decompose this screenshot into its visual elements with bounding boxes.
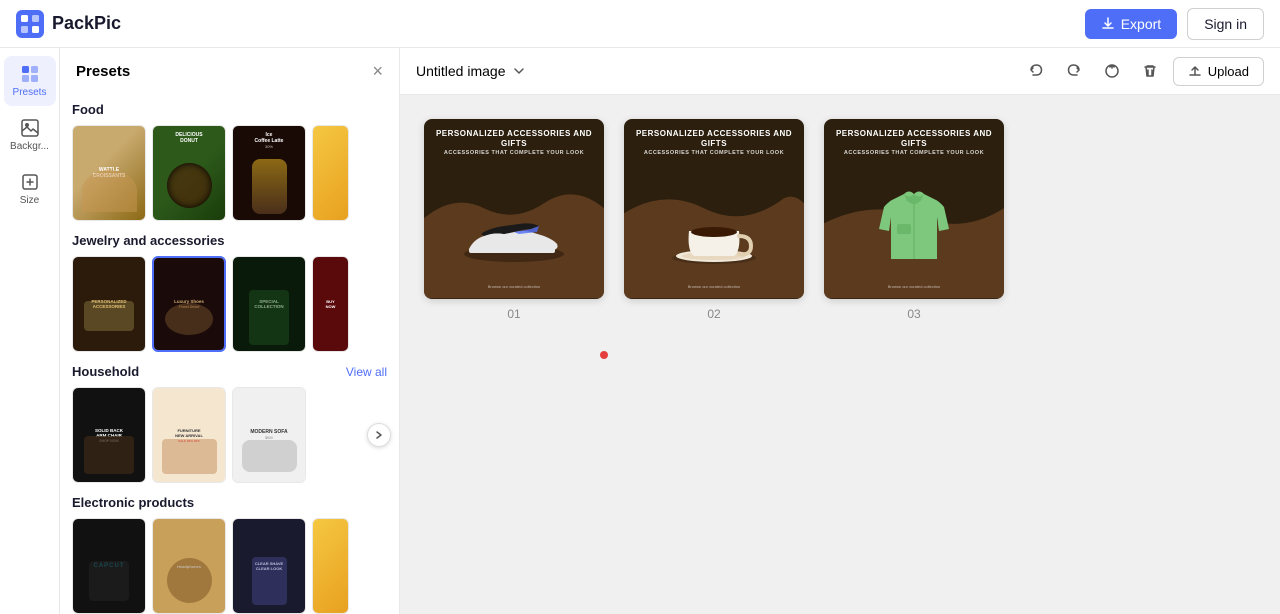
- slide-inner-03: Personalized Accessories And Gifts Acces…: [824, 119, 1004, 299]
- template-jewelry-3[interactable]: SPECIALCOLLECTION: [232, 256, 306, 352]
- background-icon: [20, 118, 40, 138]
- slide-wrapper-01: Personalized Accessories And Gifts Acces…: [424, 119, 604, 321]
- template-food-1[interactable]: WATTLECROISSANTS: [72, 125, 146, 221]
- section-title-household: Household View all: [72, 364, 387, 379]
- presets-title: Presets: [76, 63, 130, 80]
- template-jewelry-1[interactable]: Personalized Accessories: [72, 256, 146, 352]
- undo-icon: [1028, 63, 1044, 79]
- template-food-3[interactable]: IceCoffee Latte30%: [232, 125, 306, 221]
- background-label: Backgr...: [10, 141, 49, 152]
- canvas-actions: Upload: [1021, 56, 1264, 86]
- canvas-toolbar: Untitled image: [400, 48, 1280, 95]
- chevron-right-icon: [374, 430, 384, 440]
- slide-card-03[interactable]: Personalized Accessories And Gifts Acces…: [824, 119, 1004, 299]
- canvas-title[interactable]: Untitled image: [416, 63, 526, 79]
- slide-text-top-01: Personalized Accessories And Gifts Acces…: [424, 129, 604, 157]
- household-row-wrapper: Solid BackArm ChairSHOP NOW FURNITURENEW…: [72, 387, 387, 483]
- template-food-2[interactable]: DELICIOUSDONUT: [152, 125, 226, 221]
- slide-product-coffee: [669, 196, 759, 271]
- template-electronics-4[interactable]: [312, 518, 349, 614]
- size-icon: [20, 172, 40, 192]
- coffee-svg: [669, 196, 759, 266]
- slide-footer-02: Browse our curated collection: [624, 284, 804, 289]
- app-logo: PackPic: [16, 10, 121, 38]
- main-layout: Presets Backgr... Size Presets ×: [0, 48, 1280, 614]
- slide-text-top-02: Personalized Accessories And Gifts Acces…: [624, 129, 804, 157]
- slide-wrapper-02: Personalized Accessories And Gifts Acces…: [624, 119, 804, 321]
- chevron-down-icon: [512, 64, 526, 78]
- slide-card-02[interactable]: Personalized Accessories And Gifts Acces…: [624, 119, 804, 299]
- presets-content: Food WATTLECROISSANTS DELICIOUSDONUT: [60, 90, 399, 614]
- template-household-2[interactable]: FURNITURENEW ARRIVALSALE 80% OFF: [152, 387, 226, 483]
- presets-icon: [20, 64, 40, 84]
- slide-text-top-03: Personalized Accessories And Gifts Acces…: [824, 129, 1004, 157]
- presets-panel: Presets × Food WATTLECROISSANTS: [60, 48, 400, 614]
- electronics-templates-row: CAPCUT Headphones CLEAR SHAVECLEAR LOOK: [72, 518, 387, 614]
- template-household-1[interactable]: Solid BackArm ChairSHOP NOW: [72, 387, 146, 483]
- household-templates-row: Solid BackArm ChairSHOP NOW FURNITURENEW…: [72, 387, 387, 483]
- section-title-jewelry: Jewelry and accessories: [72, 233, 387, 248]
- food-templates-row: WATTLECROISSANTS DELICIOUSDONUT IceCoffe…: [72, 125, 387, 221]
- app-name: PackPic: [52, 13, 121, 34]
- slide-inner-01: Personalized Accessories And Gifts Acces…: [424, 119, 604, 299]
- template-electronics-1[interactable]: CAPCUT: [72, 518, 146, 614]
- section-title-food: Food: [72, 102, 387, 117]
- delete-button[interactable]: [1135, 56, 1165, 86]
- jewelry-templates-row: Personalized Accessories Luxury ShoesFin…: [72, 256, 387, 352]
- toolbar-item-background[interactable]: Backgr...: [4, 110, 56, 160]
- canvas-content: Personalized Accessories And Gifts Acces…: [400, 95, 1280, 614]
- app-header: PackPic Export Sign in: [0, 0, 1280, 48]
- slide-product-jacket: [869, 179, 959, 274]
- slide-card-01[interactable]: Personalized Accessories And Gifts Acces…: [424, 119, 604, 299]
- toolbar-item-size[interactable]: Size: [4, 164, 56, 214]
- red-dot-indicator: [600, 351, 608, 359]
- slide-footer-01: Browse our curated collection: [424, 284, 604, 289]
- size-label: Size: [20, 195, 39, 206]
- template-electronics-2[interactable]: Headphones: [152, 518, 226, 614]
- left-toolbar: Presets Backgr... Size: [0, 48, 60, 614]
- template-food-4[interactable]: [312, 125, 349, 221]
- redo-icon: [1066, 63, 1082, 79]
- slide-number-03: 03: [907, 307, 920, 321]
- template-jewelry-4[interactable]: BUYNOW: [312, 256, 349, 352]
- canvas-title-text: Untitled image: [416, 63, 506, 79]
- household-view-all[interactable]: View all: [346, 365, 387, 379]
- sneaker-svg: [459, 204, 569, 264]
- slides-container: Personalized Accessories And Gifts Acces…: [424, 119, 1004, 321]
- upload-button[interactable]: Upload: [1173, 57, 1264, 86]
- jacket-svg: [869, 179, 959, 269]
- download-icon: [1101, 17, 1115, 31]
- slide-product-sneaker: [459, 204, 569, 269]
- template-household-3[interactable]: Modern Sofa$900: [232, 387, 306, 483]
- slide-inner-02: Personalized Accessories And Gifts Acces…: [624, 119, 804, 299]
- refresh-button[interactable]: [1097, 56, 1127, 86]
- canvas-area: Untitled image: [400, 48, 1280, 614]
- close-presets-button[interactable]: ×: [372, 62, 383, 80]
- toolbar-item-presets[interactable]: Presets: [4, 56, 56, 106]
- slide-number-01: 01: [507, 307, 520, 321]
- undo-button[interactable]: [1021, 56, 1051, 86]
- slide-wrapper-03: Personalized Accessories And Gifts Acces…: [824, 119, 1004, 321]
- export-button[interactable]: Export: [1085, 9, 1177, 39]
- presets-label: Presets: [13, 87, 47, 98]
- slide-number-02: 02: [707, 307, 720, 321]
- header-actions: Export Sign in: [1085, 8, 1264, 40]
- template-electronics-3[interactable]: CLEAR SHAVECLEAR LOOK: [232, 518, 306, 614]
- delete-icon: [1142, 63, 1158, 79]
- logo-icon: [16, 10, 44, 38]
- household-scroll-button[interactable]: [367, 423, 391, 447]
- template-jewelry-2[interactable]: Luxury ShoesFinest Detail: [152, 256, 226, 352]
- upload-label: Upload: [1208, 64, 1249, 79]
- section-title-electronics: Electronic products: [72, 495, 387, 510]
- signin-button[interactable]: Sign in: [1187, 8, 1264, 40]
- redo-button[interactable]: [1059, 56, 1089, 86]
- upload-icon: [1188, 64, 1202, 78]
- presets-header: Presets ×: [60, 48, 399, 90]
- refresh-icon: [1104, 63, 1120, 79]
- slide-footer-03: Browse our curated collection: [824, 284, 1004, 289]
